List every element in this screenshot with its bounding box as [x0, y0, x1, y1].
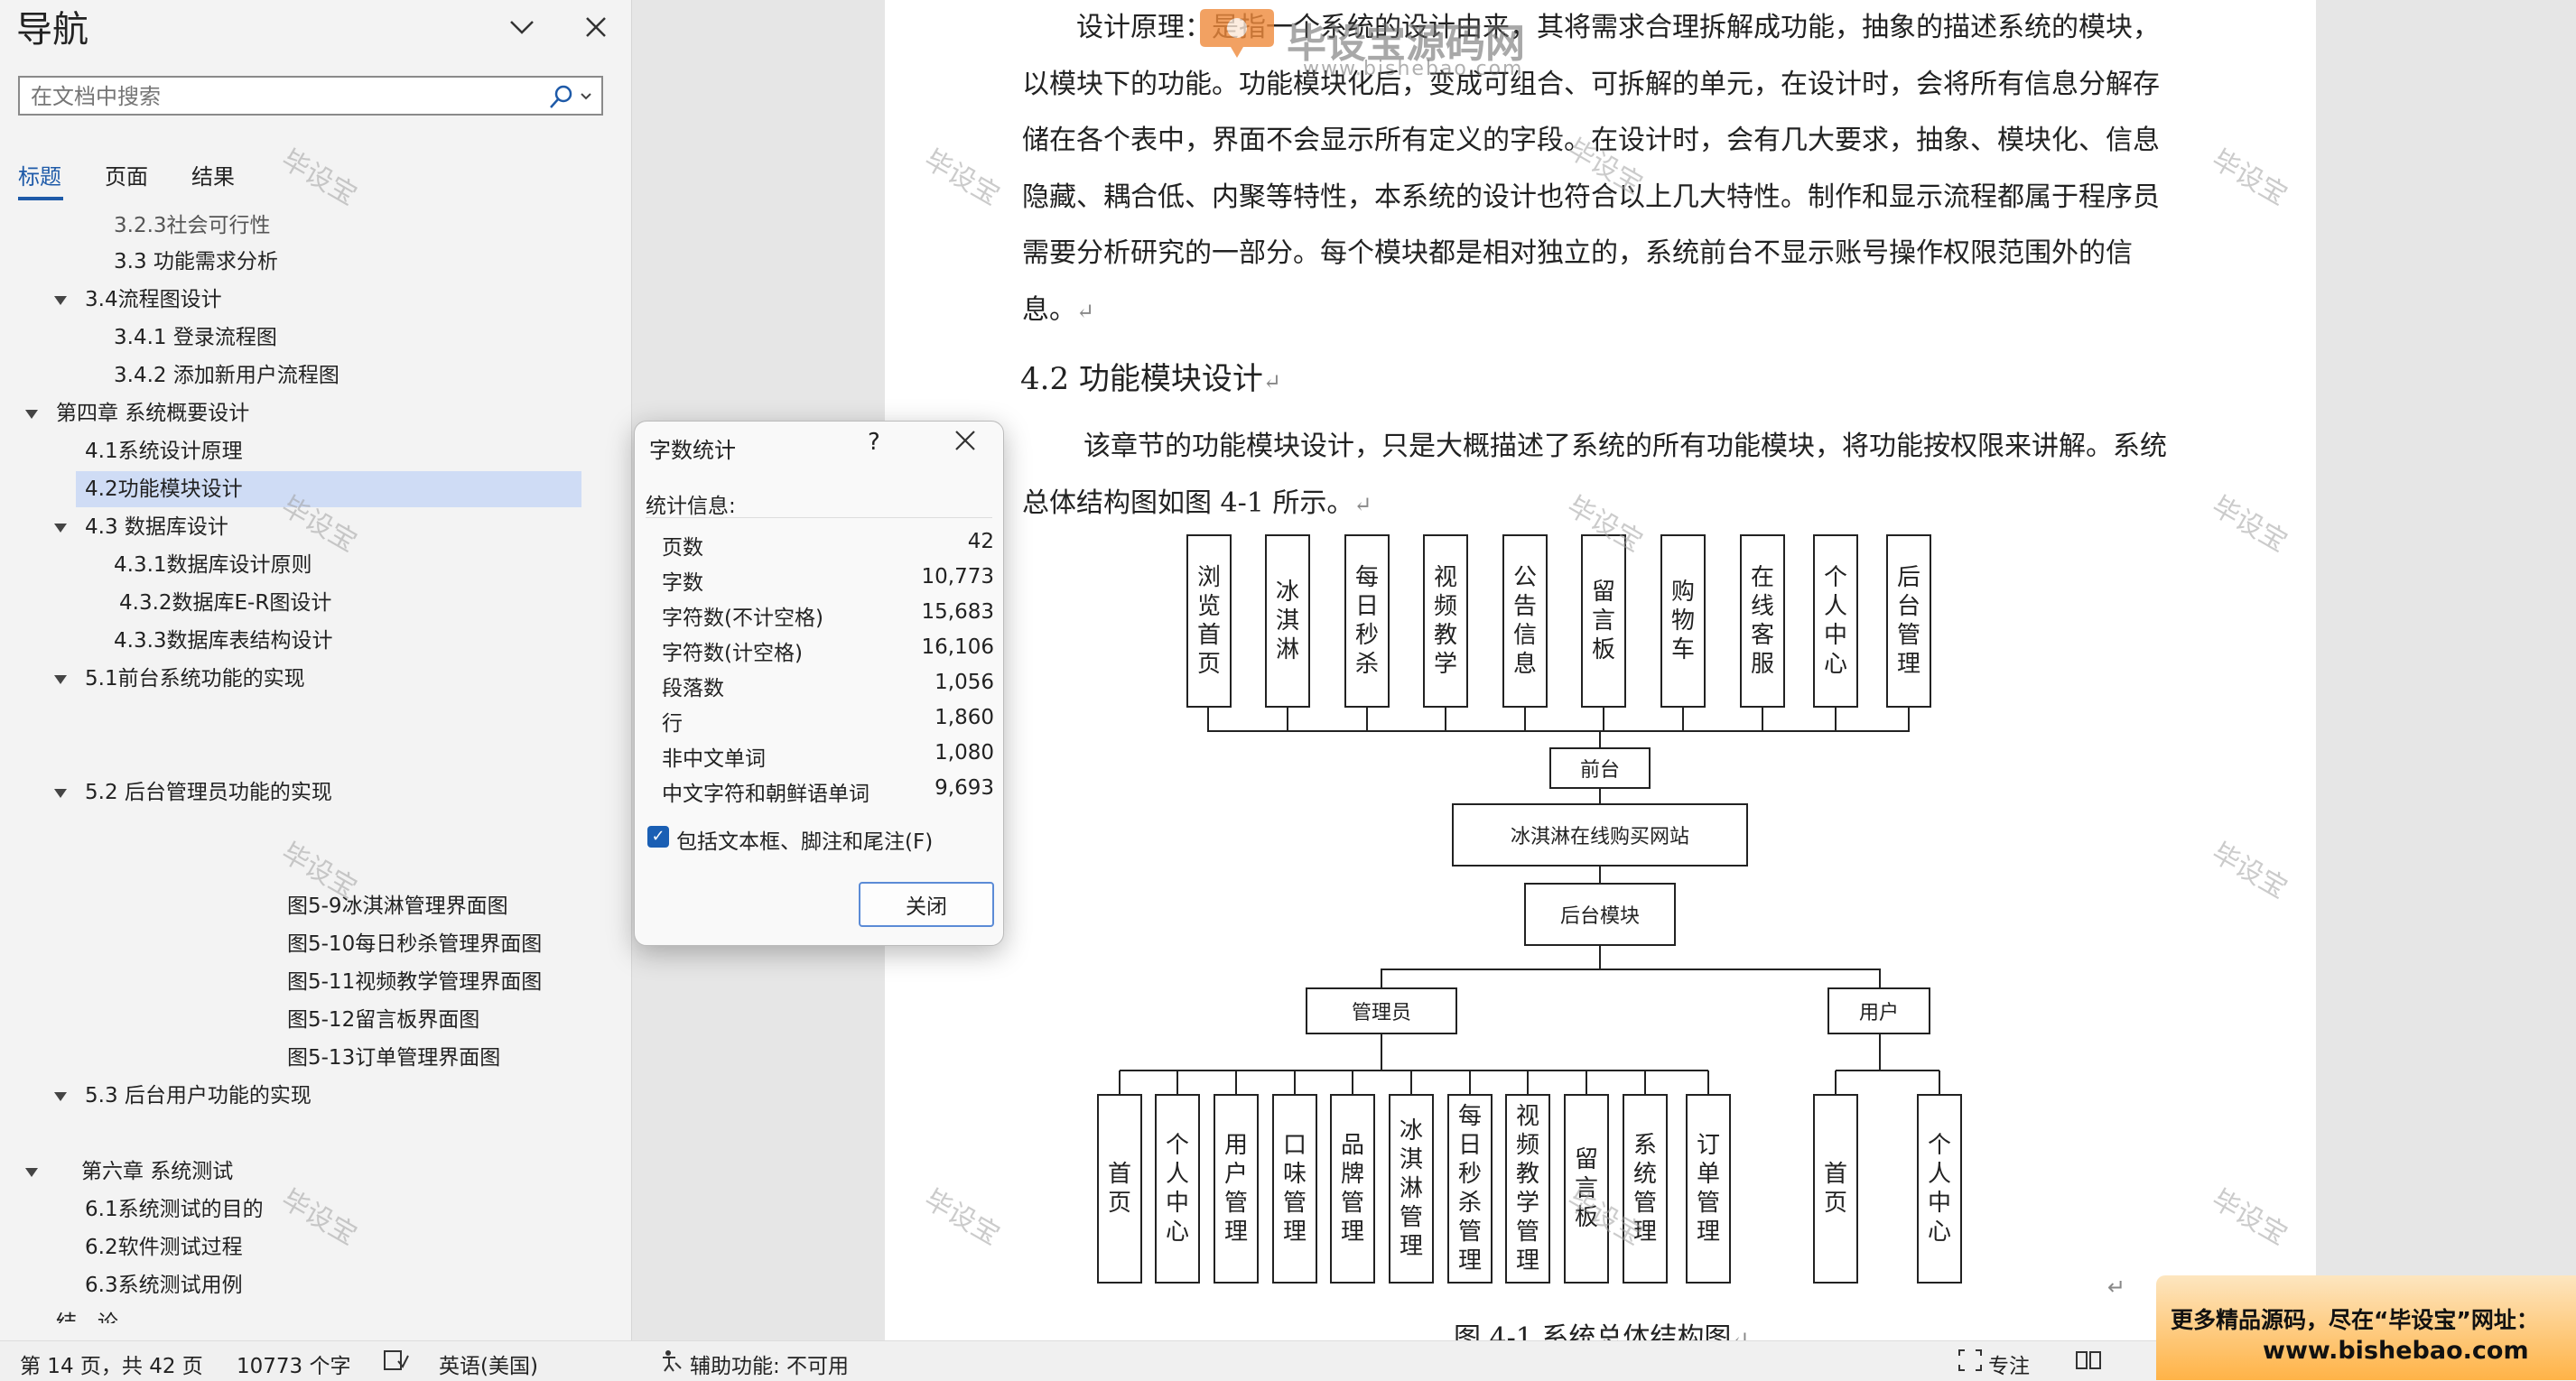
word-count[interactable]: 10773 个字 [237, 1349, 350, 1379]
promo-url[interactable]: www.bishebao.com [2263, 1337, 2529, 1365]
dialog-title: 字数统计 [649, 438, 736, 463]
statistics-label: 统计信息: [646, 495, 736, 518]
diagram-box-admin-module: 个人中心 [1155, 1094, 1200, 1284]
diagram-box-backend: 后台模块 [1524, 883, 1676, 946]
stat-value: 16,106 [921, 635, 994, 659]
stat-value: 1,056 [935, 671, 994, 694]
diagram-box-front-module: 公告信息 [1502, 534, 1548, 708]
include-textboxes-checkbox[interactable]: ✓ [647, 826, 669, 848]
diagram-box-admin-module: 留言板 [1564, 1094, 1609, 1284]
stat-label: 段落数 [662, 677, 724, 700]
stat-label: 中文字符和朝鲜语单词 [662, 783, 870, 806]
diagram-box-front-module: 在线客服 [1740, 534, 1785, 708]
diagram-box-admin-module: 视频教学管理 [1505, 1094, 1550, 1284]
stat-value: 1,080 [935, 741, 994, 765]
stat-label: 非中文单词 [662, 747, 766, 771]
paragraph-mark: ↵ [2107, 1274, 2126, 1300]
focus-mode-button[interactable]: 专注 [1988, 1349, 2030, 1379]
stat-label: 字数 [662, 571, 703, 595]
read-mode-icon[interactable] [2075, 1349, 2102, 1377]
stat-value: 42 [967, 530, 994, 553]
diagram-box-user-module: 首页 [1813, 1094, 1858, 1284]
stat-value: 9,693 [935, 776, 994, 800]
logo-url: www.bishebao.com [1303, 58, 1524, 80]
close-button[interactable]: 关闭 [859, 882, 994, 927]
diagram-box-front-module: 浏览首页 [1186, 534, 1232, 708]
promo-banner[interactable]: 更多精品源码，尽在“毕设宝”网址： www.bishebao.com [2156, 1275, 2576, 1380]
diagram-box-front-module: 留言板 [1581, 534, 1626, 708]
checkbox-label[interactable]: 包括文本框、脚注和尾注(F) [676, 824, 933, 855]
diagram-box-front: 前台 [1549, 747, 1651, 789]
proofing-icon[interactable] [383, 1349, 410, 1377]
diagram-box-admin-module: 订单管理 [1686, 1094, 1731, 1284]
diagram-box-user: 用户 [1827, 987, 1930, 1034]
stat-value: 15,683 [921, 600, 994, 624]
diagram-box-front-module: 后台管理 [1886, 534, 1931, 708]
diagram-box-admin-module: 冰淇淋管理 [1389, 1094, 1434, 1284]
diagram-box-admin-module: 系统管理 [1623, 1094, 1668, 1284]
diagram-box-front-module: 个人中心 [1813, 534, 1858, 708]
diagram-box-front-module: 购物车 [1660, 534, 1706, 708]
divider [646, 517, 992, 518]
dialog-close-button[interactable] [947, 427, 983, 459]
diagram-box-admin-module: 首页 [1097, 1094, 1142, 1284]
focus-icon[interactable] [1958, 1349, 1983, 1377]
language-indicator[interactable]: 英语(美国) [439, 1349, 538, 1379]
accessibility-icon[interactable] [659, 1349, 684, 1377]
help-button[interactable]: ? [868, 429, 880, 456]
stat-value: 10,773 [921, 565, 994, 589]
stat-label: 行 [662, 712, 683, 736]
diagram-box-admin: 管理员 [1306, 987, 1457, 1034]
word-count-dialog: 字数统计 ? 统计信息: 页数 42 字数 10,773 字符数(不计空格) 1… [634, 421, 1004, 946]
diagram-box-admin-module: 品牌管理 [1330, 1094, 1375, 1284]
diagram-box-site: 冰淇淋在线购买网站 [1452, 803, 1748, 867]
site-logo: 毕设宝源码网 www.bishebao.com [1196, 2, 1539, 80]
stat-label: 字符数(不计空格) [662, 607, 823, 630]
diagram-box-front-module: 冰淇淋 [1265, 534, 1310, 708]
diagram-box-front-module: 视频教学 [1423, 534, 1468, 708]
close-icon [955, 431, 975, 450]
stat-label: 字符数(计空格) [662, 642, 803, 665]
logo-badge-icon [1200, 9, 1274, 58]
figure-caption: 图 4-1 系统总体结构图↵ [1454, 1322, 1750, 1340]
stat-label: 页数 [662, 536, 703, 560]
diagram-box-admin-module: 口味管理 [1272, 1094, 1317, 1284]
diagram-box-front-module: 每日秒杀 [1344, 534, 1390, 708]
page-count[interactable]: 第 14 页，共 42 页 [20, 1349, 203, 1379]
diagram-box-user-module: 个人中心 [1917, 1094, 1962, 1284]
accessibility-status[interactable]: 辅助功能: 不可用 [690, 1349, 849, 1379]
stat-value: 1,860 [935, 706, 994, 729]
diagram-box-admin-module: 用户管理 [1214, 1094, 1259, 1284]
promo-text: 更多精品源码，尽在“毕设宝”网址： [2171, 1307, 2539, 1333]
diagram-box-admin-module: 每日秒杀管理 [1447, 1094, 1493, 1284]
